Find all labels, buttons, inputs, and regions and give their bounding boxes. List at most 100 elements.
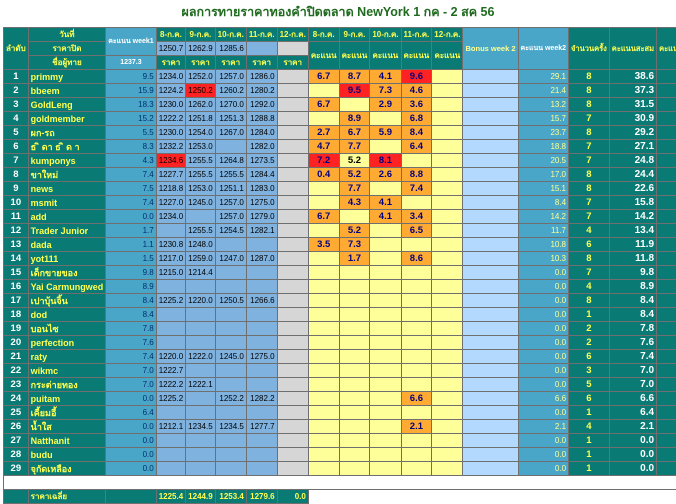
bonus-cell [463,364,518,378]
footer-blank [4,490,29,504]
close-week1-value: 1237.3 [106,56,157,70]
price-cell [277,84,308,98]
score-cell: 9.6 [401,70,432,84]
price-cell [277,406,308,420]
price-cell [277,182,308,196]
price-cell: 1255.5 [186,154,215,168]
score-date-header: 10-ก.ค. [370,28,401,42]
score-week1-cell: 7.4 [106,350,157,364]
total-cell: 7.4 [609,350,656,364]
score-cell [432,168,463,182]
price-cell: 1255.5 [186,168,215,182]
price-cell: 1225.2 [156,392,185,406]
average-cell: 0.00 [657,434,676,448]
score-cell: 6.4 [401,140,432,154]
price-cell [156,322,185,336]
price-cell [215,336,246,350]
price-cell [277,112,308,126]
price-cell [277,448,308,462]
price-cell: 1275.0 [246,350,277,364]
rank-cell: 6 [4,140,29,154]
price-cell [186,448,215,462]
score-week2-cell: 8.4 [518,196,569,210]
score-cell [401,448,432,462]
score-cell [308,406,339,420]
bonus-cell [463,350,518,364]
footer-label: ราคาเฉลี่ย [28,490,106,504]
player-name-cell: ผก-รถ [28,126,106,140]
price-label-header: ราคา [186,56,215,70]
score-cell: 6.7 [308,98,339,112]
average-cell: 0.00 [657,168,676,182]
price-cell [186,462,215,476]
price-cell [215,434,246,448]
score-week2-cell: 0.0 [518,448,569,462]
bonus-cell [463,308,518,322]
bonus-cell [463,462,518,476]
table-row: 7kumponys4.31234.61255.51264.81273.57.25… [4,154,676,168]
score-week2-cell: 14.2 [518,210,569,224]
player-name-cell: จุกัดเหลือง [28,462,106,476]
total-cell: 31.5 [609,98,656,112]
rank-cell: 12 [4,224,29,238]
score-cell [370,238,401,252]
score-week1-cell: 0.0 [106,210,157,224]
total-cell: 29.2 [609,126,656,140]
price-cell: 1253.0 [186,182,215,196]
footer-empty [609,490,656,504]
price-cell: 1280.2 [246,84,277,98]
score-label-header: คะแนน [401,42,432,70]
table-row: 12Trader Junior1.71255.51254.51282.15.26… [4,224,676,238]
score-cell: 7.7 [339,182,370,196]
score-label-header: คะแนน [432,42,463,70]
price-cell: 1273.5 [246,154,277,168]
date-header: 10-ก.ค. [215,28,246,42]
bonus-cell [463,98,518,112]
score-cell: 6.5 [401,224,432,238]
price-cell: 1260.2 [215,84,246,98]
score-cell: 4.1 [370,196,401,210]
rank-cell: 15 [4,266,29,280]
score-cell [432,196,463,210]
rank-cell: 28 [4,448,29,462]
total-cell: 6.4 [609,406,656,420]
score-cell [401,434,432,448]
bonus-cell [463,392,518,406]
bonus-cell [463,210,518,224]
score-cell: 4.6 [401,84,432,98]
average-cell: 0.00 [657,126,676,140]
score-cell [339,434,370,448]
score-week1-cell: 6.4 [106,406,157,420]
score-cell: 5.2 [339,168,370,182]
price-cell [215,266,246,280]
score-cell [370,224,401,238]
score-week1-cell: 9.5 [106,70,157,84]
table-row: 17เปาบุ้นจิ้น8.41225.21220.01250.51266.6… [4,294,676,308]
price-cell [186,280,215,294]
player-name-cell: Trader Junior [28,224,106,238]
score-week2-cell: 21.4 [518,84,569,98]
price-cell [186,322,215,336]
close-price [246,42,277,56]
score-cell: 5.9 [370,126,401,140]
score-cell [370,140,401,154]
table-row: 14yot1111.51217.01259.01247.01287.01.78.… [4,252,676,266]
score-cell [432,336,463,350]
score-week1-cell: 15.2 [106,112,157,126]
price-cell: 1234.6 [156,154,185,168]
score-cell [339,98,370,112]
total-cell: 9.8 [609,266,656,280]
price-cell [277,392,308,406]
price-cell: 1250.5 [215,294,246,308]
count-cell: 7 [569,140,610,154]
spreadsheet-view: ผลการทายราคาทองคำปิดตลาด NewYork 1 กค - … [0,0,676,466]
score-cell [370,280,401,294]
price-cell [277,378,308,392]
total-cell: 2.1 [609,420,656,434]
player-name-label: ชื่อผู้ทาย [28,56,106,70]
bonus-cell [463,70,518,84]
score-week1-cell: 8.9 [106,280,157,294]
score-week1-cell: 7.4 [106,168,157,182]
count-cell: 1 [569,462,610,476]
player-name-cell: kumponys [28,154,106,168]
